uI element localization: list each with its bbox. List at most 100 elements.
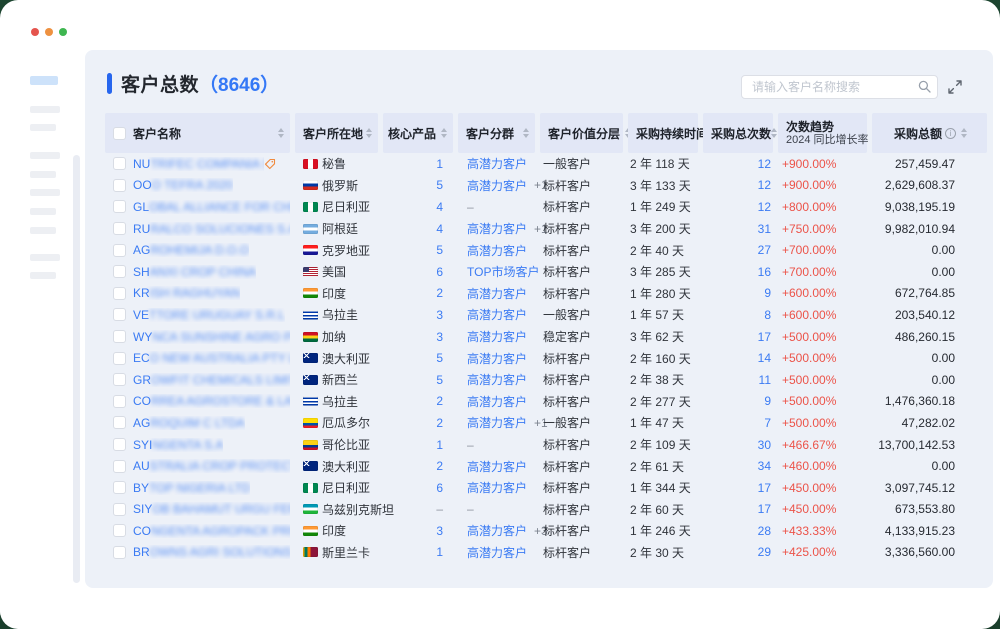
row-checkbox[interactable] — [113, 179, 126, 192]
sidebar-item[interactable] — [30, 152, 60, 159]
customer-name-link[interactable]: OOO TEFRA 2020 — [133, 178, 233, 192]
table-row[interactable]: BYTOP NIGERIA LTD 尼日利亚 6 高潜力客户 标杆客户 1 年 … — [105, 477, 987, 499]
table-row[interactable]: KRISH RAGHUYAN 印度 2 高潜力客户 标杆客户 1 年 280 天… — [105, 283, 987, 305]
sidebar-item[interactable] — [30, 208, 56, 215]
table-row[interactable]: SYINGENTA S.A 哥伦比亚 1 – 标杆客户 2 年 109 天 30… — [105, 434, 987, 456]
sort-carets-icon[interactable] — [366, 128, 372, 138]
column-header-tier[interactable]: 客户价值分层 — [540, 113, 623, 153]
purchase-count-link[interactable]: 12 — [758, 178, 771, 192]
sidebar-item[interactable] — [30, 254, 60, 261]
column-header-segment[interactable]: 客户分群 — [458, 113, 535, 153]
column-header-name[interactable]: 客户名称 — [105, 113, 290, 153]
customer-name-link[interactable]: KRISH RAGHUYAN — [133, 286, 240, 300]
customer-segment-link[interactable]: 高潜力客户 — [467, 285, 527, 302]
row-checkbox[interactable] — [113, 200, 126, 213]
sidebar-item[interactable] — [30, 272, 56, 279]
purchase-count-link[interactable]: 9 — [764, 394, 771, 408]
purchase-count-link[interactable]: 12 — [758, 200, 771, 214]
customer-segment-link[interactable]: 高潜力客户 — [467, 328, 527, 345]
sort-carets-icon[interactable] — [961, 128, 967, 138]
purchase-count-link[interactable]: 7 — [764, 416, 771, 430]
column-header-trend[interactable]: 次数趋势2024 同比增长率 — [778, 113, 867, 153]
search-icon[interactable] — [918, 80, 931, 93]
customer-name-link[interactable]: AGROHEMIJA D.O.O — [133, 243, 249, 257]
row-checkbox[interactable] — [113, 287, 126, 300]
row-checkbox[interactable] — [113, 524, 126, 537]
sort-carets-icon[interactable] — [441, 128, 447, 138]
customer-name-link[interactable]: SYINGENTA S.A — [133, 438, 223, 452]
scrollbar[interactable] — [73, 155, 80, 583]
row-checkbox[interactable] — [113, 395, 126, 408]
customer-search-input[interactable] — [741, 75, 938, 99]
customer-segment-link[interactable]: – — [467, 200, 474, 214]
customer-segment-link[interactable]: 高潜力客户 — [467, 414, 527, 431]
row-checkbox[interactable] — [113, 503, 126, 516]
purchase-count-link[interactable]: 14 — [758, 351, 771, 365]
core-product-count[interactable]: 2 — [436, 286, 443, 300]
table-row[interactable]: SHANXI CROP CHINA 美国 6 TOP市场客户 标杆客户 3 年 … — [105, 261, 987, 283]
table-row[interactable]: AGROHEMIJA D.O.O 克罗地亚 5 高潜力客户 标杆客户 2 年 4… — [105, 239, 987, 261]
core-product-count[interactable]: 2 — [436, 416, 443, 430]
core-product-count[interactable]: 6 — [436, 481, 443, 495]
table-row[interactable]: RURALCO SOLUCIONES S.A 阿根廷 4 高潜力客户 +1 标杆… — [105, 218, 987, 240]
purchase-count-link[interactable]: 28 — [758, 524, 771, 538]
row-checkbox[interactable] — [113, 352, 126, 365]
customer-segment-link[interactable]: 高潜力客户 — [467, 220, 527, 237]
table-row[interactable]: NUTRIFEC COMPANIA S.A.C 秘鲁 1 高潜力客户 一般客户 … — [105, 153, 987, 175]
core-product-count[interactable]: 3 — [436, 308, 443, 322]
purchase-count-link[interactable]: 16 — [758, 265, 771, 279]
sort-carets-icon[interactable] — [771, 128, 777, 138]
row-checkbox[interactable] — [113, 416, 126, 429]
sidebar-item[interactable] — [30, 124, 56, 131]
row-checkbox[interactable] — [113, 460, 126, 473]
table-row[interactable]: BROWNS AGRI SOLUTIONS PVTLTD 斯里兰卡 1 高潜力客… — [105, 542, 987, 564]
customer-name-link[interactable]: NUTRIFEC COMPANIA S.A.C — [133, 157, 264, 171]
core-product-count[interactable]: 5 — [436, 243, 443, 257]
info-icon[interactable]: i — [945, 128, 956, 139]
sidebar-item-active[interactable] — [30, 76, 58, 85]
column-header-count[interactable]: 采购总次数 — [703, 113, 773, 153]
select-all-checkbox[interactable] — [113, 127, 126, 140]
customer-name-link[interactable]: GROWFIT CHEMICALS LIMITED — [133, 373, 290, 387]
customer-name-link[interactable]: BYTOP NIGERIA LTD — [133, 481, 250, 495]
customer-segment-link[interactable]: 高潜力客户 — [467, 479, 527, 496]
close-window-button[interactable] — [31, 28, 39, 36]
customer-segment-link[interactable]: 高潜力客户 — [467, 350, 527, 367]
table-row[interactable]: CORREA AGROSTORE & LABSR... 乌拉圭 2 高潜力客户 … — [105, 391, 987, 413]
column-header-amount[interactable]: 采购总额i — [872, 113, 987, 153]
purchase-count-link[interactable]: 30 — [758, 438, 771, 452]
row-checkbox[interactable] — [113, 481, 126, 494]
table-row[interactable]: GROWFIT CHEMICALS LIMITED 新西兰 5 高潜力客户 标杆… — [105, 369, 987, 391]
purchase-count-link[interactable]: 17 — [758, 481, 771, 495]
customer-segment-link[interactable]: 高潜力客户 — [467, 155, 527, 172]
customer-segment-link[interactable]: 高潜力客户 — [467, 242, 527, 259]
customer-name-link[interactable]: CONGENTA AGROPACK PRIVATEE... — [133, 524, 290, 538]
customer-name-link[interactable]: SIYOB BAHAMUT URGU FERMERX... — [133, 502, 290, 516]
core-product-count[interactable]: 1 — [436, 157, 443, 171]
customer-segment-link[interactable]: 高潜力客户 — [467, 306, 527, 323]
core-product-count[interactable]: 4 — [436, 222, 443, 236]
row-checkbox[interactable] — [113, 157, 126, 170]
core-product-count[interactable]: – — [436, 502, 443, 516]
sidebar-item[interactable] — [30, 171, 56, 178]
table-row[interactable]: SIYOB BAHAMUT URGU FERMERX... 乌兹别克斯坦 – –… — [105, 499, 987, 521]
column-header-location[interactable]: 客户所在地 — [295, 113, 378, 153]
core-product-count[interactable]: 3 — [436, 330, 443, 344]
customer-segment-link[interactable]: – — [467, 438, 474, 452]
core-product-count[interactable]: 5 — [436, 178, 443, 192]
core-product-count[interactable]: 2 — [436, 459, 443, 473]
customer-name-link[interactable]: WYNCA SUNSHINE AGRO PRODU... — [133, 330, 290, 344]
customer-segment-link[interactable]: TOP市场客户 — [467, 263, 539, 280]
table-row[interactable]: VETTORE URUGUAY S.R.L 乌拉圭 3 高潜力客户 一般客户 1… — [105, 304, 987, 326]
core-product-count[interactable]: 1 — [436, 545, 443, 559]
customer-name-link[interactable]: RURALCO SOLUCIONES S.A — [133, 222, 290, 236]
table-row[interactable]: ECO NEW AUSTRALIA PTY LIMITED 澳大利亚 5 高潜力… — [105, 347, 987, 369]
row-checkbox[interactable] — [113, 438, 126, 451]
row-checkbox[interactable] — [113, 546, 126, 559]
maximize-window-button[interactable] — [59, 28, 67, 36]
core-product-count[interactable]: 2 — [436, 394, 443, 408]
sidebar-item[interactable] — [30, 227, 56, 234]
table-row[interactable]: OOO TEFRA 2020 俄罗斯 5 高潜力客户 +1 标杆客户 3 年 1… — [105, 175, 987, 197]
purchase-count-link[interactable]: 17 — [758, 502, 771, 516]
purchase-count-link[interactable]: 12 — [758, 157, 771, 171]
